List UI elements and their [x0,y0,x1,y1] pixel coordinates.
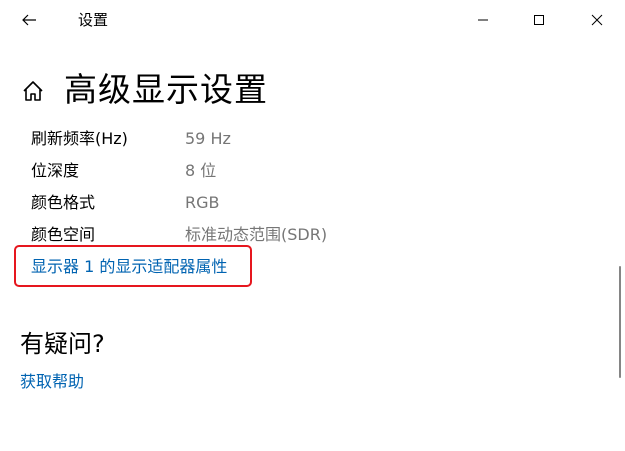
close-button[interactable] [574,2,620,38]
title-bar: 设置 [0,0,625,40]
maximize-button[interactable] [516,2,562,38]
page-title: 高级显示设置 [64,70,268,109]
property-value: 8 位 [185,161,217,180]
property-value: 标准动态范围(SDR) [185,225,328,244]
home-button[interactable] [20,78,46,104]
maximize-icon [534,15,544,25]
display-properties-list: 刷新频率(Hz) 59 Hz 位深度 8 位 颜色格式 RGB 颜色空间 标准动… [31,124,451,252]
property-label: 位深度 [31,161,80,180]
property-value: RGB [185,193,220,212]
help-heading: 有疑问? [20,330,105,358]
property-row-color-format: 颜色格式 RGB [31,188,451,220]
settings-window: 设置 高级显示设置 刷新频率(Hz) 59 Hz 位深度 8 位 颜色格式 RG… [0,0,625,451]
property-label: 刷新频率(Hz) [31,129,128,148]
vertical-scrollbar[interactable] [616,40,625,451]
close-icon [591,14,603,26]
property-row-refresh-rate: 刷新频率(Hz) 59 Hz [31,124,451,156]
home-icon [23,81,43,101]
minimize-button[interactable] [460,2,506,38]
scrollbar-thumb[interactable] [619,266,621,378]
property-label: 颜色格式 [31,193,96,212]
property-value: 59 Hz [185,129,231,148]
back-arrow-icon [22,14,36,26]
get-help-link[interactable]: 获取帮助 [20,371,84,393]
property-row-bit-depth: 位深度 8 位 [31,156,451,188]
back-button[interactable] [12,4,46,36]
property-label: 颜色空间 [31,225,96,244]
display-adapter-properties-link[interactable]: 显示器 1 的显示适配器属性 [31,256,227,278]
minimize-icon [478,19,488,21]
window-title: 设置 [78,11,109,29]
